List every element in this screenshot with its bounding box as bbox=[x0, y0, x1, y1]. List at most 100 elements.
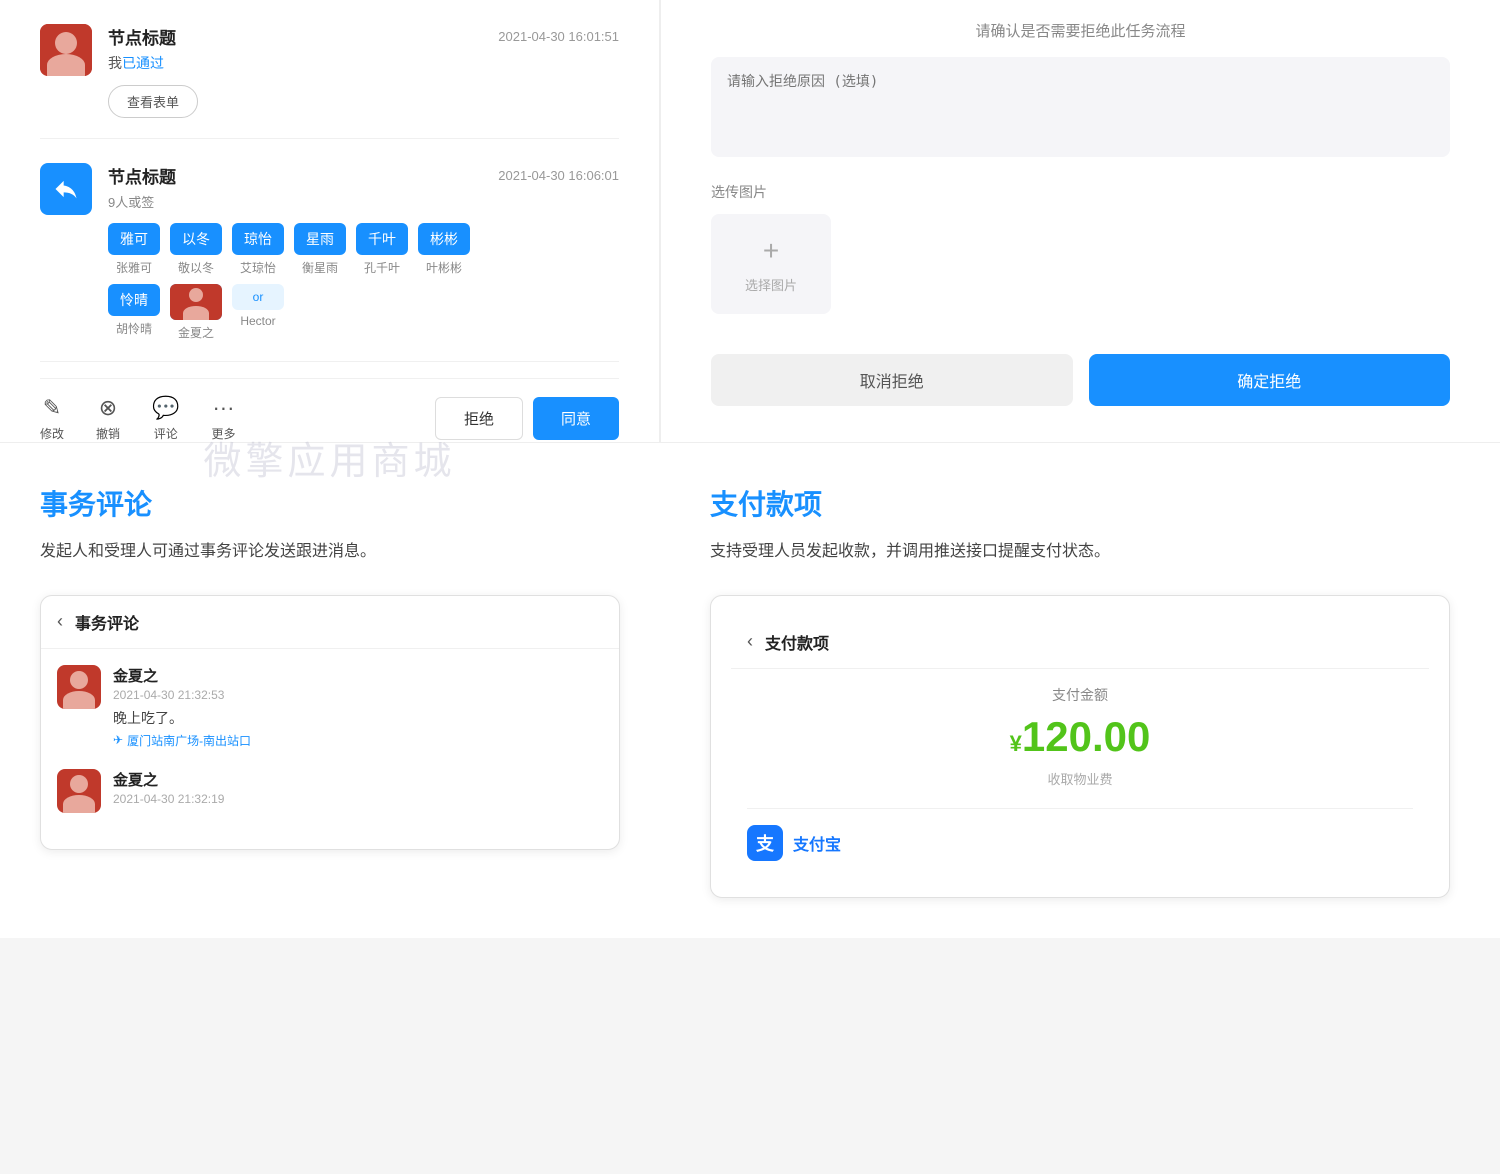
phone-back-icon[interactable]: ‹ bbox=[57, 611, 63, 632]
node-content-2: 节点标题 2021-04-30 16:06:01 9人或签 雅可 张雅可 以冬 … bbox=[108, 163, 619, 341]
payment-phone-body: 支付金额 ¥120.00 收取物业费 支 支付宝 bbox=[731, 669, 1429, 877]
reject-reason-input[interactable] bbox=[711, 57, 1450, 157]
signer-tag-group-5: 千叶 孔千叶 bbox=[356, 223, 408, 276]
node-item-1: 节点标题 2021-04-30 16:01:51 我已通过 查看表单 bbox=[40, 0, 619, 139]
node-avatar-1 bbox=[40, 24, 92, 76]
node-content-1: 节点标题 2021-04-30 16:01:51 我已通过 查看表单 bbox=[108, 24, 619, 118]
feature-desc-payment: 支持受理人员发起收款，并调用推送接口提醒支付状态。 bbox=[710, 539, 1450, 565]
signer-tag-binbin: 彬彬 bbox=[418, 223, 470, 255]
plus-icon: + bbox=[763, 235, 779, 267]
alipay-icon: 支 bbox=[747, 825, 783, 861]
more-icon: ··· bbox=[212, 395, 234, 421]
phone-mock-comment: ‹ 事务评论 金夏之 2021-04-30 21:32:53 晚上吃了。 ✈ bbox=[40, 595, 620, 850]
signer-tags-row2: 怜晴 胡怜晴 金夏之 bbox=[108, 284, 619, 341]
comment-name-1: 金夏之 bbox=[113, 665, 603, 686]
comment-item-1: 金夏之 2021-04-30 21:32:53 晚上吃了。 ✈ 厦门站南广场-南… bbox=[57, 665, 603, 749]
signer-tag-lianqing: 怜晴 bbox=[108, 284, 160, 316]
view-form-button[interactable]: 查看表单 bbox=[108, 85, 198, 118]
upload-label: 选择图片 bbox=[745, 275, 797, 294]
comment-icon: 💬 bbox=[152, 395, 179, 421]
node-item-2: 节点标题 2021-04-30 16:06:01 9人或签 雅可 张雅可 以冬 … bbox=[40, 139, 619, 362]
signer-name-qianye: 孔千叶 bbox=[364, 259, 400, 276]
node-time-1: 2021-04-30 16:01:51 bbox=[498, 29, 619, 44]
right-panel: 请确认是否需要拒绝此任务流程 选传图片 + 选择图片 取消拒绝 确定拒绝 bbox=[660, 0, 1500, 442]
node-time-2: 2021-04-30 16:06:01 bbox=[498, 168, 619, 183]
payment-phone-back-icon[interactable]: ‹ bbox=[747, 631, 753, 652]
comment-avatar-2 bbox=[57, 769, 101, 813]
signer-tag-yake: 雅可 bbox=[108, 223, 160, 255]
comment-content-1: 金夏之 2021-04-30 21:32:53 晚上吃了。 ✈ 厦门站南广场-南… bbox=[113, 665, 603, 749]
signer-tag-group-4: 星雨 衡星雨 bbox=[294, 223, 346, 276]
edit-label: 修改 bbox=[40, 425, 64, 442]
reject-btn-row: 取消拒绝 确定拒绝 bbox=[711, 354, 1450, 406]
payment-amount-label: 支付金额 bbox=[747, 685, 1413, 705]
comment-time-2: 2021-04-30 21:32:19 bbox=[113, 792, 603, 806]
payment-currency: ¥ bbox=[1010, 731, 1022, 756]
cancel-icon: ⊗ bbox=[99, 395, 117, 421]
node-title-2: 节点标题 bbox=[108, 163, 176, 188]
comment-content-2: 金夏之 2021-04-30 21:32:19 bbox=[113, 769, 603, 806]
signer-tag-group-8: 金夏之 bbox=[170, 284, 222, 341]
node-arrow-icon bbox=[40, 163, 92, 215]
cancel-reject-button[interactable]: 取消拒绝 bbox=[711, 354, 1073, 406]
toolbar-actions: 拒绝 同意 bbox=[435, 397, 619, 440]
more-label: 更多 bbox=[211, 425, 235, 442]
phone-body-comment: 金夏之 2021-04-30 21:32:53 晚上吃了。 ✈ 厦门站南广场-南… bbox=[41, 649, 619, 849]
section-left: 事务评论 发起人和受理人可通过事务评论发送跟进消息。 ‹ 事务评论 金夏之 20… bbox=[0, 443, 660, 938]
section-right: 支付款项 支持受理人员发起收款，并调用推送接口提醒支付状态。 ‹ 支付款项 支付… bbox=[660, 443, 1500, 938]
payment-desc: 收取物业费 bbox=[747, 769, 1413, 788]
upload-section-title: 选传图片 bbox=[711, 182, 1450, 202]
signer-tag-group-2: 以冬 敬以冬 bbox=[170, 223, 222, 276]
sign-count: 9人或签 bbox=[108, 192, 619, 211]
reject-button[interactable]: 拒绝 bbox=[435, 397, 523, 440]
comment-location-1: ✈ 厦门站南广场-南出站口 bbox=[113, 732, 603, 749]
signer-tags: 雅可 张雅可 以冬 敬以冬 琼怡 艾琼怡 星雨 bbox=[108, 223, 619, 276]
signer-name-jinxiazhi: 金夏之 bbox=[178, 324, 214, 341]
node-title-row-1: 节点标题 2021-04-30 16:01:51 bbox=[108, 24, 619, 49]
signer-name-qiongyi: 艾琼怡 bbox=[240, 259, 276, 276]
toolbar-cancel[interactable]: ⊗ 撤销 bbox=[96, 395, 120, 442]
signer-name-yake: 张雅可 bbox=[116, 259, 152, 276]
feature-title-comment: 事务评论 bbox=[40, 483, 620, 523]
comment-item-2: 金夏之 2021-04-30 21:32:19 bbox=[57, 769, 603, 813]
signer-tag-qiongyi: 琼怡 bbox=[232, 223, 284, 255]
cancel-label: 撤销 bbox=[96, 425, 120, 442]
alipay-row: 支 支付宝 bbox=[747, 808, 1413, 861]
location-text-1: 厦门站南广场-南出站口 bbox=[127, 732, 251, 749]
signer-tag-group-9: or Hector bbox=[232, 284, 284, 341]
feature-title-payment: 支付款项 bbox=[710, 483, 1450, 523]
reply-icon bbox=[52, 175, 80, 203]
signer-tag-group-3: 琼怡 艾琼怡 bbox=[232, 223, 284, 276]
payment-amount-value: 120.00 bbox=[1022, 713, 1150, 760]
bottom-row: 事务评论 发起人和受理人可通过事务评论发送跟进消息。 ‹ 事务评论 金夏之 20… bbox=[0, 442, 1500, 938]
toolbar-edit[interactable]: ✎ 修改 bbox=[40, 395, 64, 442]
comment-label: 评论 bbox=[154, 425, 178, 442]
toolbar: ✎ 修改 ⊗ 撤销 💬 评论 ··· 更多 拒绝 同意 bbox=[40, 378, 619, 442]
confirm-title: 请确认是否需要拒绝此任务流程 bbox=[711, 0, 1450, 41]
toolbar-comment[interactable]: 💬 评论 bbox=[152, 395, 179, 442]
upload-box[interactable]: + 选择图片 bbox=[711, 214, 831, 314]
approve-button[interactable]: 同意 bbox=[533, 397, 619, 440]
phone-header-comment: ‹ 事务评论 bbox=[41, 596, 619, 649]
comment-time-1: 2021-04-30 21:32:53 bbox=[113, 688, 603, 702]
payment-amount-display: ¥120.00 bbox=[747, 713, 1413, 761]
edit-icon: ✎ bbox=[43, 395, 61, 421]
confirm-reject-button[interactable]: 确定拒绝 bbox=[1089, 354, 1451, 406]
signer-name-hector: Hector bbox=[240, 314, 275, 328]
signer-tag-jinxiazhi bbox=[170, 284, 222, 320]
signer-name-lianqing: 胡怜晴 bbox=[116, 320, 152, 337]
node-desc-1: 我已通过 bbox=[108, 53, 619, 73]
signer-tag-group-7: 怜晴 胡怜晴 bbox=[108, 284, 160, 341]
signer-tag-or: or bbox=[232, 284, 284, 310]
feature-desc-comment: 发起人和受理人可通过事务评论发送跟进消息。 bbox=[40, 539, 620, 565]
signer-name-binbin: 叶彬彬 bbox=[426, 259, 462, 276]
signer-name-yidong: 敬以冬 bbox=[178, 259, 214, 276]
signer-tag-group-1: 雅可 张雅可 bbox=[108, 223, 160, 276]
payment-phone-header: ‹ 支付款项 bbox=[731, 616, 1429, 669]
comment-avatar-1 bbox=[57, 665, 101, 709]
location-icon: ✈ bbox=[113, 733, 123, 747]
comment-text-1: 晚上吃了。 bbox=[113, 708, 603, 728]
alipay-label: 支付宝 bbox=[793, 831, 841, 855]
toolbar-more[interactable]: ··· 更多 bbox=[211, 395, 235, 442]
phone-title-comment: 事务评论 bbox=[75, 610, 139, 634]
